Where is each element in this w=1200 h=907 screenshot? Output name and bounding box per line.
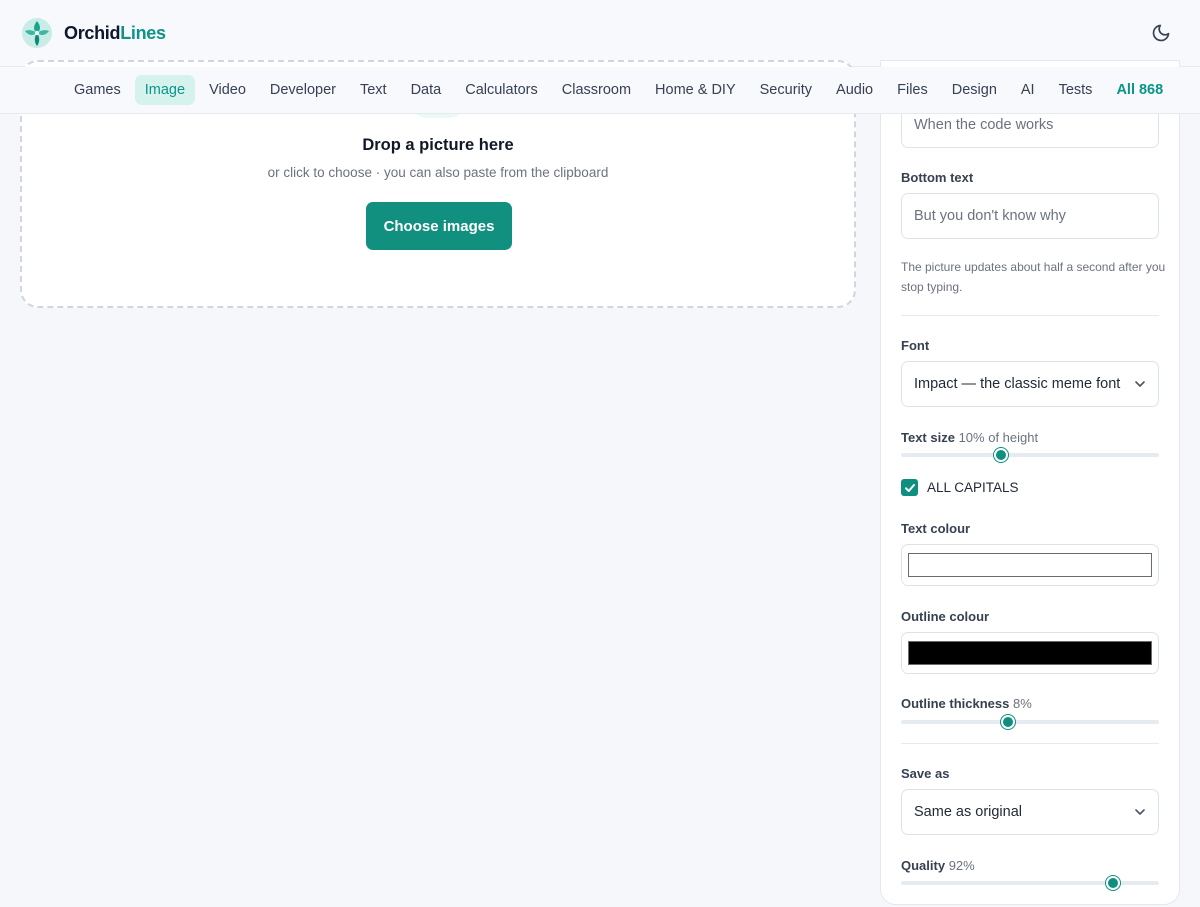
slider-thumb[interactable] <box>994 448 1008 462</box>
outline-colour-label: Outline colour <box>901 609 990 624</box>
choose-images-button[interactable]: Choose images <box>366 202 512 250</box>
text-colour-label: Text colour <box>901 521 971 536</box>
moon-icon <box>1152 24 1170 42</box>
text-colour-swatch <box>908 553 1152 577</box>
nav-item-files[interactable]: Files <box>887 75 938 105</box>
chevron-down-icon <box>1135 809 1145 815</box>
theme-toggle-button[interactable] <box>1148 20 1174 46</box>
outline-thickness-value: 8% <box>1013 696 1032 711</box>
save-as-value: Same as original <box>914 804 1022 820</box>
nav-item-image[interactable]: Image <box>134 75 196 105</box>
font-label: Font <box>901 338 930 353</box>
quality-value: 92% <box>948 858 975 873</box>
checkmark-icon <box>904 483 915 492</box>
bottom-text-label: Bottom text <box>901 170 974 185</box>
nav-item-design[interactable]: Design <box>942 75 1007 105</box>
nav-item-calculators[interactable]: Calculators <box>455 75 548 105</box>
text-colour-picker[interactable] <box>901 544 1159 586</box>
outline-colour-picker[interactable] <box>901 632 1159 674</box>
bottom-text-input[interactable] <box>901 193 1159 239</box>
quality-slider[interactable] <box>901 875 1159 891</box>
drop-zone-subtitle: or click to choose · you can also paste … <box>267 165 609 180</box>
outline-colour-swatch <box>908 641 1152 665</box>
drop-zone-title: Drop a picture here <box>362 136 514 154</box>
slider-track <box>901 720 1159 724</box>
text-size-value: 10% of height <box>958 430 1039 445</box>
text-size-slider[interactable] <box>901 447 1159 463</box>
chevron-down-icon <box>1135 381 1145 387</box>
update-hint: The picture updates about half a second … <box>901 260 1166 294</box>
slider-thumb[interactable] <box>1001 715 1015 729</box>
slider-track <box>901 881 1159 885</box>
all-capitals-toggle[interactable]: ALL CAPITALS <box>901 479 1019 496</box>
brand-name: OrchidLines <box>64 22 166 43</box>
divider <box>901 315 1159 316</box>
quality-label: Quality 92% <box>901 858 975 873</box>
font-select[interactable]: Impact — the classic meme font <box>901 361 1159 407</box>
nav-item-data[interactable]: Data <box>401 75 452 105</box>
nav-item-video[interactable]: Video <box>199 75 256 105</box>
slider-thumb[interactable] <box>1106 876 1120 890</box>
text-size-label: Text size 10% of height <box>901 430 1039 445</box>
nav-item-classroom[interactable]: Classroom <box>552 75 641 105</box>
all-capitals-label: ALL CAPITALS <box>927 480 1019 495</box>
nav-item-all[interactable]: All 868 <box>1106 75 1173 105</box>
nav-item-developer[interactable]: Developer <box>260 75 346 105</box>
settings-panel: Bottom text The picture updates about ha… <box>880 60 1180 905</box>
outline-thickness-label: Outline thickness 8% <box>901 696 1032 711</box>
divider <box>901 743 1159 744</box>
nav-item-ai[interactable]: AI <box>1011 75 1045 105</box>
save-as-label: Save as <box>901 766 950 781</box>
slider-track <box>901 453 1159 457</box>
nav-item-text[interactable]: Text <box>350 75 397 105</box>
top-bar: OrchidLines <box>0 0 1200 67</box>
category-nav: Games Image Video Developer Text Data Ca… <box>0 67 1200 114</box>
font-select-value: Impact — the classic meme font <box>914 376 1121 392</box>
nav-item-games[interactable]: Games <box>64 75 131 105</box>
orchid-logo-icon <box>22 18 52 48</box>
nav-item-audio[interactable]: Audio <box>826 75 883 105</box>
all-capitals-checkbox[interactable] <box>901 479 918 496</box>
nav-item-tests[interactable]: Tests <box>1049 75 1103 105</box>
nav-item-home-diy[interactable]: Home & DIY <box>645 75 746 105</box>
outline-thickness-slider[interactable] <box>901 714 1159 730</box>
save-as-select[interactable]: Same as original <box>901 789 1159 835</box>
brand-link[interactable]: OrchidLines <box>20 15 166 51</box>
nav-item-security[interactable]: Security <box>750 75 822 105</box>
